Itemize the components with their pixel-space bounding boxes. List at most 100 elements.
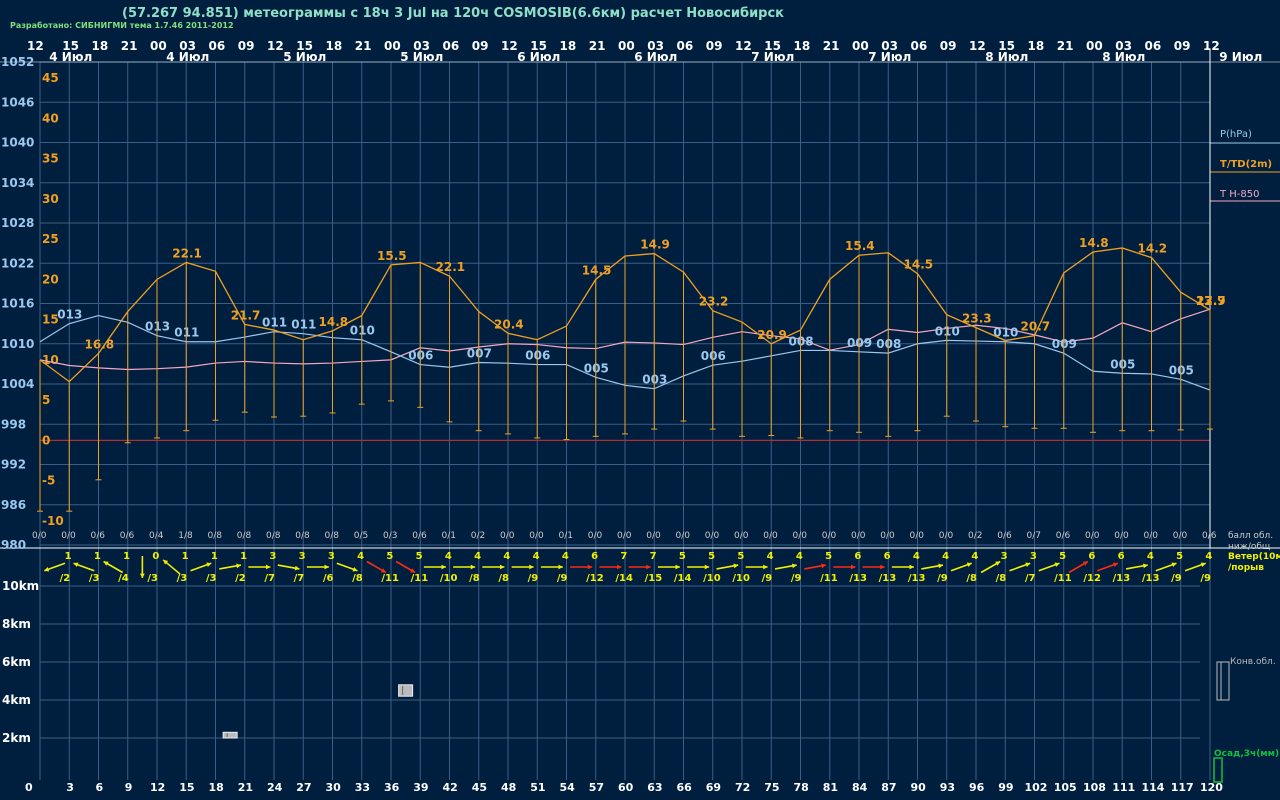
temp-tick-label: 35 — [42, 152, 59, 166]
pressure-point-label: 009 — [1052, 337, 1077, 351]
wind-speed-label: 5 — [1059, 551, 1066, 562]
cloud-cover-label: 0/7 — [1027, 531, 1041, 541]
wind-speed-label: 5 — [737, 551, 744, 562]
wind-speed-label: 5 — [825, 551, 832, 562]
cloud-cover-label: 0/0 — [500, 531, 515, 541]
pressure-point-label: 005 — [584, 361, 609, 375]
bottom-hour-label: 15 — [179, 781, 194, 794]
wind-speed-label: 1 — [182, 551, 189, 562]
wind-gust-label: /8 — [996, 573, 1007, 584]
wind-gust-label: /4 — [118, 573, 129, 584]
wind-gust-label: /12 — [1083, 573, 1101, 584]
wind-gust-label: /7 — [1025, 573, 1036, 584]
temperature-point-label: 20.4 — [494, 317, 524, 331]
hour-label: 12 — [27, 39, 44, 53]
date-label: 7 Июл — [751, 50, 794, 64]
hour-label: 21 — [1057, 39, 1074, 53]
wind-speed-label: 3 — [299, 551, 306, 562]
cloud-cover-label: 0/6 — [1056, 531, 1071, 541]
height-label: 10km — [2, 579, 39, 593]
hour-label: 00 — [618, 39, 635, 53]
pressure-point-label: 006 — [525, 349, 550, 363]
hour-label: 09 — [1174, 39, 1191, 53]
wind-gust-label: /3 — [206, 573, 217, 584]
wind-speed-label: 4 — [357, 551, 364, 562]
wind-arrow-head — [558, 564, 563, 570]
wind-arrow-head — [704, 564, 710, 570]
wind-arrow-head — [616, 564, 622, 570]
wind-speed-label: 3 — [269, 551, 276, 562]
pressure-point-label: 008 — [789, 334, 814, 348]
hour-label: 21 — [589, 39, 606, 53]
legend-t850: T H-850 — [1219, 189, 1260, 200]
date-label: 4 Июл — [166, 50, 209, 64]
temperature-point-label: 20.9 — [757, 328, 787, 342]
pressure-tick-label: 1016 — [1, 297, 34, 311]
pressure-point-label: 010 — [993, 326, 1018, 340]
meteogram-chart: 1052104610401034102810221016101010049989… — [0, 39, 1280, 794]
wind-gust-label: /9 — [528, 573, 539, 584]
hour-label: 09 — [940, 39, 957, 53]
height-label: 8km — [2, 617, 31, 631]
wind-gust-label: /7 — [264, 573, 275, 584]
temperature-point-label: 23.2 — [699, 295, 729, 309]
pressure-tick-label: 1004 — [1, 377, 34, 391]
cloud-cover-label: 0/0 — [793, 531, 808, 541]
temp-tick-label: 40 — [42, 111, 59, 125]
temperature-point-label: 15.4 — [845, 239, 875, 253]
pressure-point-label: 007 — [467, 347, 492, 361]
hour-label: 12 — [267, 39, 284, 53]
wind-speed-label: 1 — [65, 551, 72, 562]
chart-grid — [0, 50, 1280, 780]
wind-arrow-head — [909, 564, 914, 570]
pressure-tick-label: 998 — [1, 417, 26, 431]
wind-arrow-head — [850, 564, 856, 570]
hour-label: 00 — [852, 39, 869, 53]
wind-speed-label: 6 — [854, 551, 861, 562]
bottom-hour-label: 84 — [852, 781, 868, 794]
cloud-cover-label: 0/0 — [588, 531, 603, 541]
temperature-point-label: 23.3 — [962, 312, 992, 326]
cloud-cover-label: 0/0 — [32, 531, 47, 541]
cloud-cover-label: 0/0 — [763, 531, 778, 541]
bottom-hour-label: 33 — [355, 781, 370, 794]
wind-gust-label: /13 — [849, 573, 867, 584]
wind-arrow-head — [675, 564, 680, 570]
bottom-hour-label: 3 — [66, 781, 74, 794]
hour-label: 12 — [501, 39, 518, 53]
hour-label: 18 — [794, 39, 811, 53]
pressure-tick-label: 980 — [1, 538, 26, 552]
bottom-hour-label: 42 — [443, 781, 458, 794]
pressure-point-label: 008 — [876, 337, 901, 351]
bottom-hour-label: 90 — [911, 781, 927, 794]
cloud-cover-label: 0/8 — [208, 531, 223, 541]
bottom-hour-label: 36 — [384, 781, 400, 794]
bottom-hour-label: 81 — [823, 781, 838, 794]
temp-tick-label: 20 — [42, 272, 59, 286]
wind-arrow-head — [324, 564, 329, 570]
wind-speed-label: 4 — [767, 551, 774, 562]
wind-gust-label: /14 — [674, 573, 692, 584]
wind-arrow-head — [646, 564, 651, 570]
hour-label: 12 — [735, 39, 752, 53]
wind-gust-label: /13 — [1142, 573, 1160, 584]
bottom-hour-label: 75 — [764, 781, 779, 794]
wind-speed-label: 7 — [620, 551, 627, 562]
pressure-point-label: 011 — [262, 316, 287, 330]
pressure-point-label: 011 — [291, 318, 316, 332]
hour-label: 09 — [472, 39, 489, 53]
pressure-point-label: 010 — [350, 324, 375, 338]
date-label: 6 Июл — [634, 50, 677, 64]
cloud-cover-label: 0/6 — [1202, 531, 1217, 541]
wind-gust-label: /11 — [820, 573, 838, 584]
bottom-hour-label: 99 — [998, 781, 1013, 794]
bottom-hour-label: 39 — [413, 781, 428, 794]
cloud-cover-label: 0/1 — [442, 531, 456, 541]
bottom-hour-label: 18 — [209, 781, 224, 794]
pressure-point-label: 003 — [642, 373, 667, 387]
cloud-cover-label: 0/0 — [734, 531, 749, 541]
cloud-cover-label: 0/6 — [412, 531, 427, 541]
wind-arrow-head — [470, 564, 476, 570]
hour-label: 09 — [706, 39, 723, 53]
wind-gust-label: /3 — [147, 573, 158, 584]
